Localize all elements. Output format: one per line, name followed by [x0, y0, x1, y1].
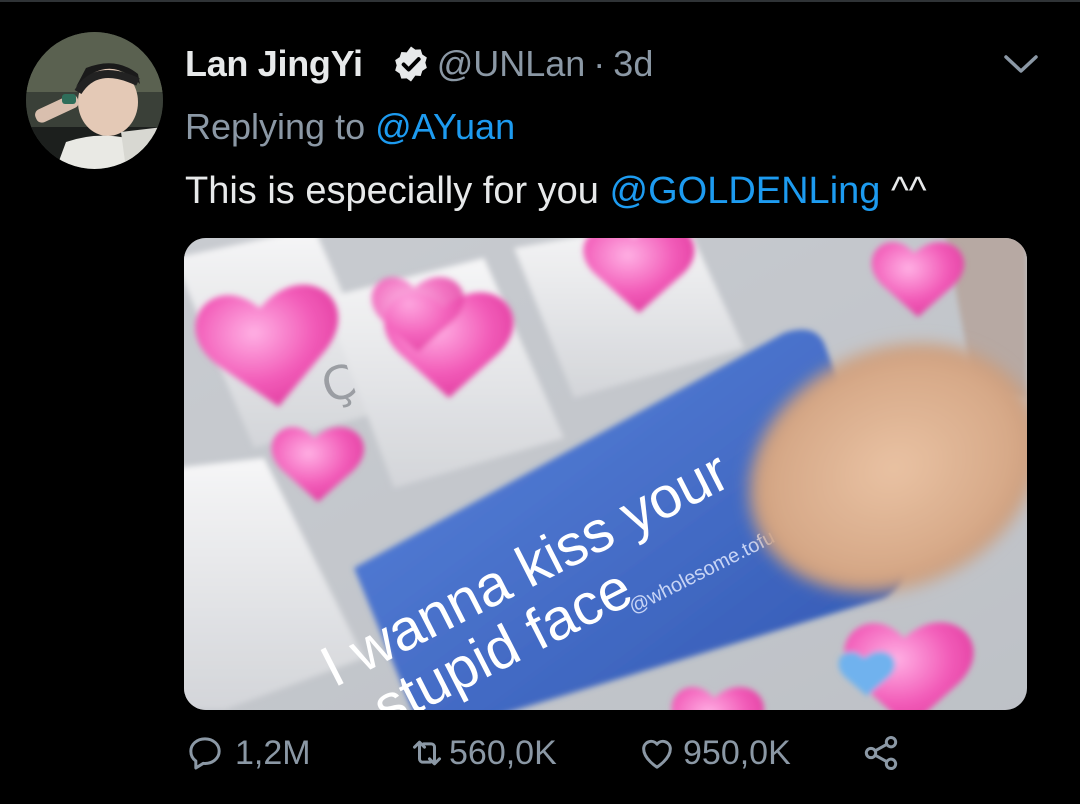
chevron-down-icon[interactable]	[1000, 47, 1042, 81]
tweet-media-image[interactable]: Ç I wanna kiss your stupid face @wholeso…	[184, 238, 1027, 710]
reply-icon	[189, 737, 221, 770]
replying-to-line: Replying to @AYuan	[185, 106, 515, 148]
reply-button[interactable]: 1,2M	[185, 728, 311, 778]
timestamp[interactable]: 3d	[613, 43, 653, 85]
tweet[interactable]: Lan JingYi @UNLan · 3d Replying to @AYua…	[0, 0, 1080, 804]
tweet-text-mention[interactable]: @GOLDENLing	[610, 170, 881, 212]
avatar[interactable]	[26, 32, 163, 169]
like-count: 950,0K	[683, 733, 791, 772]
meme-image: Ç I wanna kiss your stupid face @wholeso…	[184, 238, 1027, 710]
replying-to-label: Replying to	[185, 106, 366, 147]
retweet-button[interactable]: 560,0K	[407, 728, 557, 778]
share-button[interactable]	[861, 728, 901, 778]
retweet-count: 560,0K	[449, 733, 557, 772]
separator-dot: ·	[593, 43, 606, 84]
replying-to-mention[interactable]: @AYuan	[375, 106, 515, 147]
handle[interactable]: @UNLan	[437, 43, 586, 85]
tweet-text-body: This is especially for you	[185, 170, 610, 212]
reply-count: 1,2M	[235, 733, 311, 772]
tweet-header: Lan JingYi @UNLan · 3d	[185, 38, 653, 90]
tweet-text-suffix: ^^	[880, 170, 927, 212]
tweet-actions: 1,2M 560,0K 950,0K	[185, 728, 925, 778]
share-icon	[864, 736, 898, 770]
retweet-icon	[413, 740, 441, 766]
display-name[interactable]: Lan JingYi	[185, 43, 363, 85]
tweet-text: This is especially for you @GOLDENLing ^…	[185, 170, 927, 213]
like-button[interactable]: 950,0K	[637, 728, 791, 778]
verified-badge-icon	[394, 46, 427, 82]
heart-icon	[642, 739, 672, 769]
avatar-image	[26, 32, 163, 169]
